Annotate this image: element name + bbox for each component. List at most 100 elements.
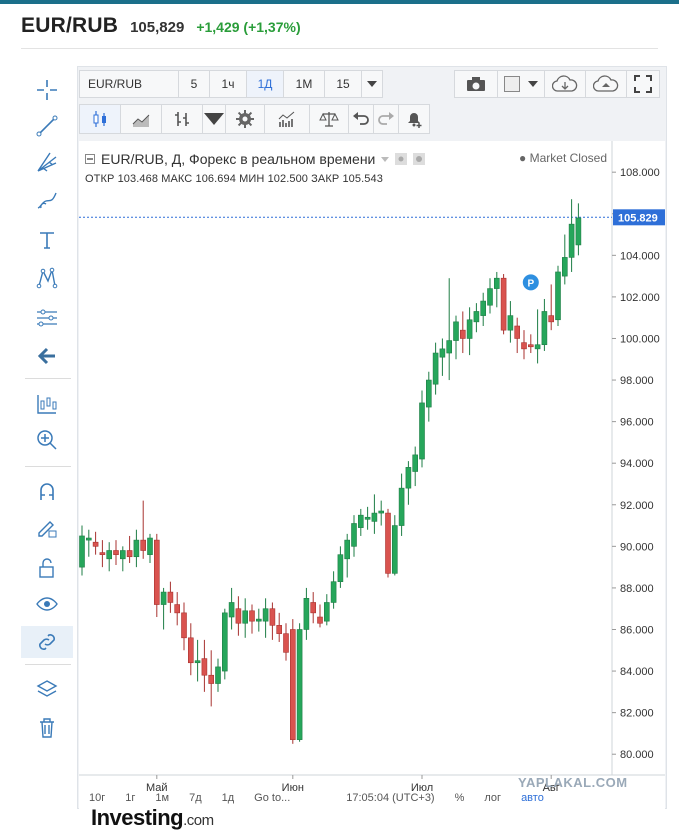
redo-button[interactable] bbox=[373, 104, 399, 134]
undo-button[interactable] bbox=[348, 104, 374, 134]
candle-body bbox=[385, 512, 391, 574]
text-tool-icon[interactable] bbox=[21, 224, 73, 256]
interval-dropdown[interactable] bbox=[361, 70, 383, 98]
candle-body bbox=[242, 610, 248, 624]
candle-body bbox=[249, 610, 255, 622]
range-1m[interactable]: 1м bbox=[145, 792, 179, 804]
unlock-icon[interactable] bbox=[21, 552, 73, 584]
camera-button[interactable] bbox=[454, 70, 498, 98]
zoom-icon[interactable] bbox=[21, 424, 73, 456]
candle-body bbox=[364, 516, 371, 520]
bars-button[interactable] bbox=[161, 104, 203, 134]
chevron-down-icon bbox=[204, 113, 224, 125]
candle-body bbox=[235, 608, 242, 624]
y-tick-label: 96.000 bbox=[620, 417, 654, 429]
current-price: 105,829 bbox=[130, 19, 185, 36]
chart-style-dropdown[interactable] bbox=[202, 104, 226, 134]
tool-divider bbox=[25, 466, 71, 467]
compare-button[interactable] bbox=[309, 104, 349, 134]
pencil-lock-icon[interactable] bbox=[21, 512, 73, 544]
candle-body bbox=[330, 581, 337, 603]
chevron-down-icon bbox=[367, 81, 377, 87]
candle-body bbox=[324, 602, 330, 622]
interval-15[interactable]: 15 bbox=[324, 70, 362, 98]
candle-body bbox=[310, 602, 316, 614]
color-picker-button[interactable] bbox=[497, 70, 545, 98]
chart-type-icon[interactable] bbox=[21, 388, 73, 420]
collapse-icon[interactable] bbox=[85, 154, 95, 164]
candle-body bbox=[527, 344, 534, 348]
range-7d[interactable]: 7д bbox=[179, 792, 212, 804]
percent-toggle[interactable]: % bbox=[445, 792, 475, 804]
area-chart-button[interactable] bbox=[120, 104, 162, 134]
candlestick-chart[interactable]: 80.000 82.000 84.000 86.000 88.000 90.000 92.0… bbox=[79, 141, 665, 831]
log-toggle[interactable]: лог bbox=[474, 792, 511, 804]
header-divider bbox=[21, 48, 658, 49]
range-1d[interactable]: 1д bbox=[212, 792, 245, 804]
candle-body bbox=[92, 541, 99, 547]
trash-icon[interactable] bbox=[21, 712, 73, 744]
layers-icon[interactable] bbox=[21, 674, 73, 706]
candle-body bbox=[405, 467, 412, 489]
candle-body bbox=[344, 539, 351, 560]
link-icon[interactable] bbox=[21, 626, 73, 658]
candle-body bbox=[487, 288, 493, 306]
candle-body bbox=[412, 454, 419, 472]
interval-1m[interactable]: 1М bbox=[283, 70, 325, 98]
candle-body bbox=[222, 612, 228, 672]
chart-title: EUR/RUB, Д, Форекс в реальном времени bbox=[101, 151, 376, 167]
settings-button[interactable] bbox=[225, 104, 265, 134]
camera-icon bbox=[467, 77, 485, 91]
drawing-toolbar bbox=[21, 66, 73, 776]
fullscreen-button[interactable] bbox=[626, 70, 660, 98]
candle-body bbox=[555, 271, 561, 321]
candle-body bbox=[466, 319, 473, 339]
cloud-download-button[interactable] bbox=[544, 70, 586, 98]
symbol-input[interactable]: EUR/RUB bbox=[79, 70, 179, 98]
range-10y[interactable]: 10г bbox=[79, 792, 115, 804]
eye-icon[interactable] bbox=[21, 588, 73, 620]
y-tick-label: 98.000 bbox=[620, 375, 654, 387]
y-tick-label: 104.000 bbox=[620, 250, 660, 262]
bottom-bar: 10г 1г 1м 7д 1д Go to... 17:05:04 (UTC+3… bbox=[79, 788, 665, 808]
pattern-icon[interactable] bbox=[21, 262, 73, 294]
interval-5[interactable]: 5 bbox=[178, 70, 210, 98]
chart-legend: EUR/RUB, Д, Форекс в реальном времени bbox=[85, 151, 426, 167]
eye-toggle-icon bbox=[395, 153, 408, 165]
candle-body bbox=[351, 523, 357, 547]
indicators-button[interactable] bbox=[264, 104, 310, 134]
candle-body bbox=[228, 602, 235, 618]
candle-body bbox=[507, 315, 514, 331]
tool-divider bbox=[25, 378, 71, 379]
candles-button[interactable] bbox=[79, 104, 121, 134]
brush-icon[interactable] bbox=[21, 184, 73, 216]
cloud-upload-button[interactable] bbox=[585, 70, 627, 98]
goto-button[interactable]: Go to... bbox=[244, 792, 300, 804]
interval-1h[interactable]: 1ч bbox=[209, 70, 247, 98]
bell-plus-icon bbox=[408, 113, 422, 128]
crosshair-icon[interactable] bbox=[21, 74, 73, 106]
candle-body bbox=[208, 674, 214, 684]
interval-1d[interactable]: 1Д bbox=[246, 70, 284, 98]
fib-fan-icon[interactable] bbox=[21, 146, 73, 178]
magnet-icon[interactable] bbox=[21, 476, 73, 508]
candle-body bbox=[303, 598, 310, 630]
y-tick-label: 84.000 bbox=[620, 666, 654, 678]
candle-body bbox=[439, 348, 446, 358]
indicators-icon bbox=[278, 111, 295, 127]
trend-line-icon[interactable] bbox=[21, 110, 73, 142]
y-tick-label: 90.000 bbox=[620, 541, 654, 553]
measure-icon[interactable] bbox=[21, 302, 73, 334]
quote-header: EUR/RUB 105,829 +1,429 (+1,37%) bbox=[21, 14, 301, 40]
candle-body bbox=[99, 552, 106, 555]
y-tick-label: 86.000 bbox=[620, 624, 654, 636]
range-1y[interactable]: 1г bbox=[115, 792, 145, 804]
auto-toggle[interactable]: авто bbox=[511, 792, 554, 804]
candle-body bbox=[446, 340, 453, 354]
chart-area[interactable]: 80.000 82.000 84.000 86.000 88.000 90.000 92.0… bbox=[79, 141, 665, 831]
candle-body bbox=[160, 591, 167, 605]
back-arrow-icon[interactable] bbox=[21, 340, 73, 372]
alert-button[interactable] bbox=[398, 104, 430, 134]
candle-body bbox=[167, 591, 174, 603]
candle-body bbox=[201, 658, 208, 676]
